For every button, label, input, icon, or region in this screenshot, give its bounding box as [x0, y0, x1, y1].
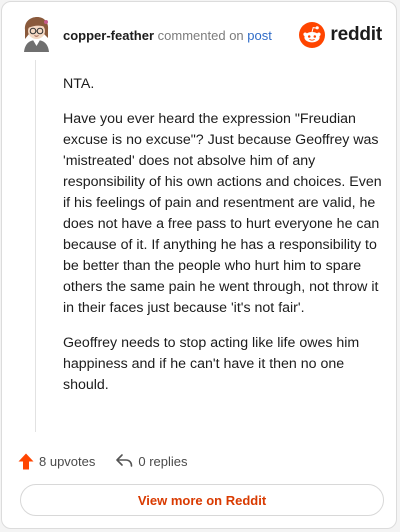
- comment-action-text: commented on: [157, 28, 244, 43]
- thread-line: [35, 60, 36, 432]
- author-username[interactable]: copper-feather: [63, 28, 154, 43]
- post-link[interactable]: post: [247, 28, 272, 43]
- comment-paragraph: Geoffrey needs to stop acting like life …: [63, 335, 360, 393]
- reddit-wordmark: reddit: [330, 24, 382, 45]
- comment-footer: 8 upvotes 0 replies: [18, 450, 188, 472]
- comment-body: NTA. Have you ever heard the expression …: [63, 74, 383, 410]
- replies-button[interactable]: 0 replies: [115, 453, 188, 469]
- upvote-arrow-icon: [18, 453, 34, 469]
- upvote-count: 8 upvotes: [39, 453, 96, 469]
- comment-paragraph: NTA.: [63, 76, 95, 92]
- comment-paragraph: Have you ever heard the expression "Freu…: [63, 111, 382, 316]
- comment-header: copper-feather commented on post reddit: [20, 16, 382, 56]
- comment-embed-card: copper-feather commented on post reddit …: [1, 1, 397, 529]
- user-avatar[interactable]: [20, 16, 52, 52]
- comment-byline: copper-feather commented on post: [63, 28, 272, 43]
- reply-arrow-icon: [116, 454, 133, 467]
- reddit-logo[interactable]: reddit: [299, 22, 382, 48]
- upvote-button[interactable]: 8 upvotes: [18, 453, 95, 470]
- reddit-snoo-icon: [299, 22, 326, 48]
- view-more-on-reddit-button[interactable]: View more on Reddit: [20, 484, 384, 516]
- avatar-icon: [24, 17, 49, 52]
- reply-count: 0 replies: [138, 453, 188, 469]
